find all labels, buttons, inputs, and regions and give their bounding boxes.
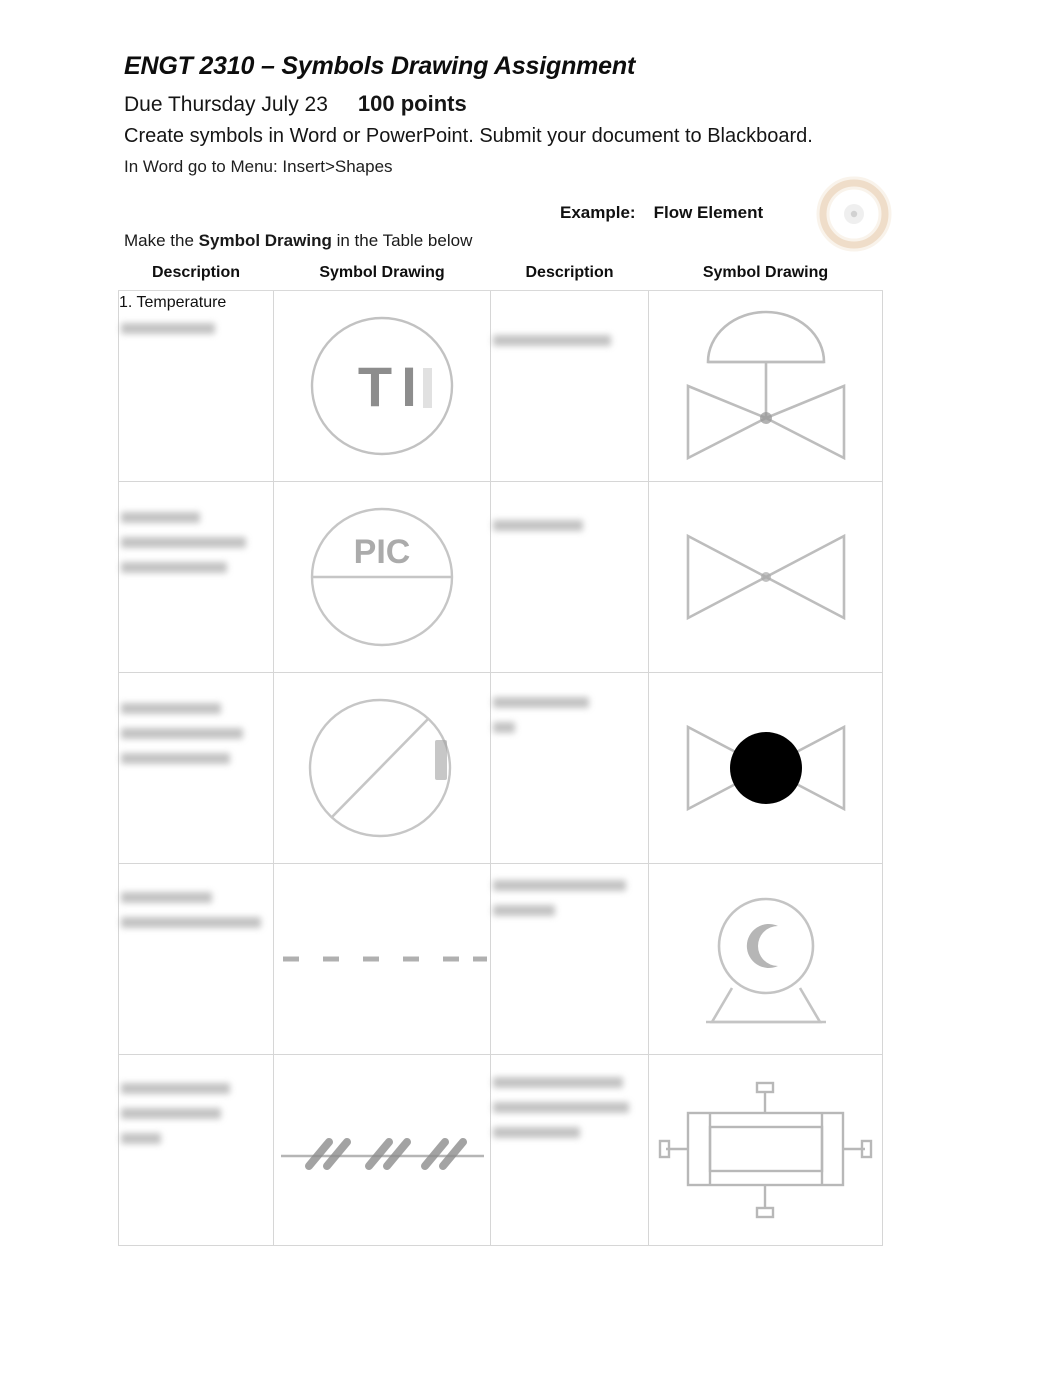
description-cell[interactable] (118, 672, 274, 864)
description-cell[interactable] (118, 1054, 274, 1246)
svg-text:PIC: PIC (354, 533, 411, 571)
shared-display-pic-icon: PIC (274, 482, 490, 672)
instruction-main: Create symbols in Word or PowerPoint. Su… (124, 125, 813, 147)
instrument-bubble-ti-icon: T I (274, 291, 490, 481)
electrical-signal-dashed-line-icon (274, 864, 490, 1054)
description-text: 1. Temperature (119, 294, 227, 311)
make-symbol-prefix: Make the (124, 231, 199, 250)
description-blurred-line (121, 726, 273, 742)
description-cell[interactable] (490, 863, 649, 1055)
computer-function-diagonal-icon (274, 673, 490, 863)
example-label: Example: (560, 203, 636, 222)
description-blurred-line (493, 1075, 648, 1091)
table-row: PIC (118, 481, 883, 673)
pneumatic-signal-line-icon (274, 1055, 490, 1245)
diaphragm-control-valve-icon (649, 291, 882, 481)
description-blurred-line (493, 720, 648, 746)
table-row (118, 672, 883, 864)
description-blurred-line (121, 751, 273, 767)
symbol-drawing-cell[interactable] (648, 1054, 883, 1246)
svg-text:T: T (358, 355, 392, 418)
description-blurred-line (493, 1100, 648, 1116)
symbols-table: Description Symbol Drawing Description S… (118, 256, 883, 1246)
description-blurred-line (493, 903, 648, 919)
gate-valve-icon (649, 482, 882, 672)
description-blurred-line (121, 1081, 273, 1097)
description-cell[interactable] (490, 290, 649, 482)
column-header-description-1: Description (118, 256, 274, 291)
example-value: Flow Element (653, 203, 764, 222)
description-blurred-line (121, 1131, 273, 1147)
centrifugal-pump-icon (649, 864, 882, 1054)
make-symbol-suffix: in the Table below (331, 231, 473, 250)
description-blurred-line (493, 695, 648, 711)
svg-text:I: I (401, 355, 417, 418)
description-cell[interactable] (118, 863, 274, 1055)
table-header-row: Description Symbol Drawing Description S… (118, 256, 883, 291)
page-title: ENGT 2310 – Symbols Drawing Assignment (124, 52, 636, 80)
description-blurred-line (121, 535, 273, 551)
due-date-text: Due Thursday July 23 (124, 93, 328, 116)
description-blurred-line (121, 915, 273, 931)
description-blurred-line (493, 1125, 648, 1141)
ball-valve-icon (649, 673, 882, 863)
points-value: 100 points (357, 91, 467, 116)
description-cell[interactable]: 1. Temperature (118, 290, 274, 482)
description-blurred-line (121, 321, 273, 337)
table-row (118, 863, 883, 1055)
description-blurred-line (493, 333, 648, 349)
description-cell[interactable] (490, 672, 649, 864)
make-symbol-instruction: Make the Symbol Drawing in the Table bel… (124, 231, 472, 251)
symbol-drawing-cell[interactable] (648, 481, 883, 673)
symbol-drawing-cell[interactable] (273, 863, 491, 1055)
description-blurred-line (121, 560, 273, 576)
column-header-symbol-drawing-2: Symbol Drawing (648, 256, 883, 291)
symbol-drawing-cell[interactable] (273, 672, 491, 864)
symbol-drawing-cell[interactable] (648, 672, 883, 864)
symbol-drawing-cell[interactable] (648, 863, 883, 1055)
shell-and-tube-heat-exchanger-icon (649, 1055, 882, 1245)
instruction-sub: In Word go to Menu: Insert>Shapes (124, 157, 393, 176)
description-cell[interactable] (490, 481, 649, 673)
description-blurred-line (121, 701, 273, 717)
flow-element-example-icon (810, 170, 898, 258)
description-cell[interactable] (118, 481, 274, 673)
symbol-drawing-cell[interactable]: PIC (273, 481, 491, 673)
symbol-drawing-cell[interactable]: T I (273, 290, 491, 482)
column-header-description-2: Description (490, 256, 649, 291)
description-cell[interactable] (490, 1054, 649, 1246)
symbol-drawing-cell[interactable] (648, 290, 883, 482)
description-blurred-line (121, 510, 273, 526)
symbol-drawing-cell[interactable] (273, 1054, 491, 1246)
column-header-symbol-drawing-1: Symbol Drawing (273, 256, 491, 291)
due-line: Due Thursday July 23 100 points (124, 91, 914, 117)
description-blurred-line (493, 878, 648, 894)
description-blurred-line (121, 1106, 273, 1122)
table-row (118, 1054, 883, 1246)
table-row: 1. Temperature T I (118, 290, 883, 482)
description-blurred-line (493, 518, 648, 534)
make-symbol-bold: Symbol Drawing (198, 231, 332, 250)
document-page: ENGT 2310 – Symbols Drawing Assignment D… (0, 0, 1062, 1377)
header-block: ENGT 2310 – Symbols Drawing Assignment D… (124, 52, 914, 177)
description-blurred-line (121, 890, 273, 906)
example-line: Example: Flow Element (560, 203, 763, 223)
